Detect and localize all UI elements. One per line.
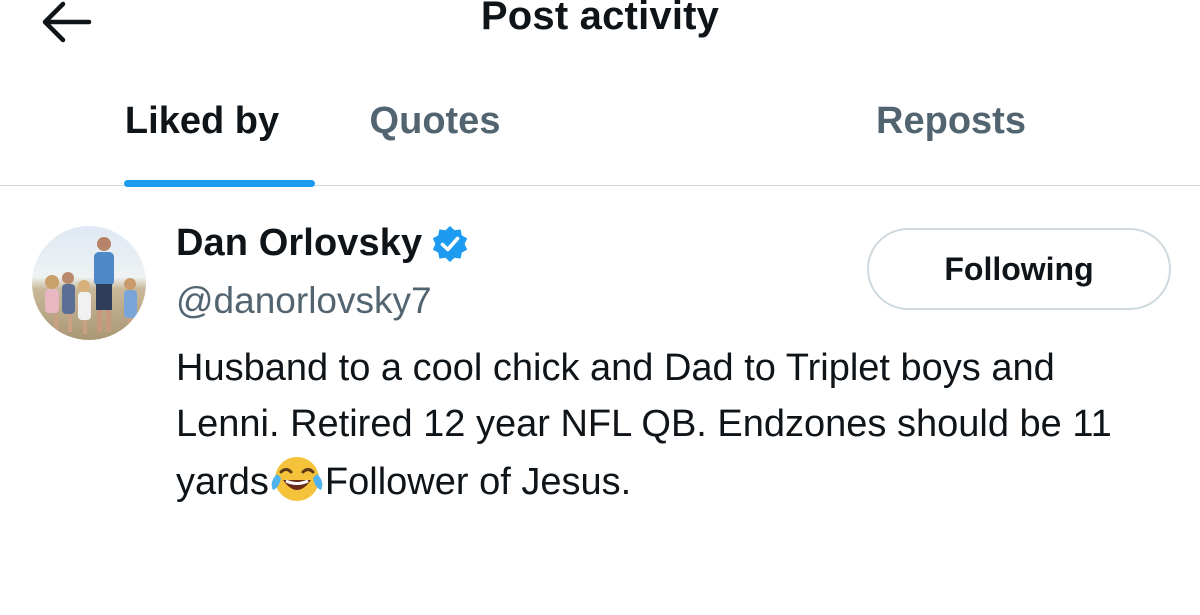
display-name-row[interactable]: Dan Orlovsky bbox=[176, 222, 470, 265]
avatar[interactable] bbox=[32, 226, 146, 340]
tab-bar: Liked by Quotes Reposts bbox=[0, 86, 1200, 187]
page-title: Post activity bbox=[480, 0, 720, 38]
bio-text-part2: Follower of Jesus. bbox=[324, 461, 632, 503]
user-bio: Husband to a cool chick and Dad to Tripl… bbox=[176, 340, 1136, 510]
tab-quotes[interactable]: Quotes bbox=[370, 86, 766, 185]
tab-reposts[interactable]: Reposts bbox=[766, 86, 1200, 185]
face-with-tears-of-joy-icon bbox=[269, 452, 325, 504]
user-handle[interactable]: @danorlovsky7 bbox=[176, 280, 432, 322]
post-activity-screen: Post activity Liked by Quotes Reposts Da… bbox=[0, 0, 1200, 615]
avatar-photo bbox=[32, 226, 146, 340]
tab-quotes-label: Quotes bbox=[369, 100, 501, 142]
display-name: Dan Orlovsky bbox=[176, 222, 423, 264]
tab-reposts-label: Reposts bbox=[876, 100, 1026, 142]
tab-liked-by-label: Liked by bbox=[124, 100, 280, 142]
following-button[interactable]: Following bbox=[867, 228, 1171, 310]
verified-badge-icon bbox=[430, 224, 470, 264]
header: Post activity bbox=[0, 0, 1200, 60]
user-cell[interactable]: Dan Orlovsky @danorlovsky7 Following Hus… bbox=[0, 186, 1200, 526]
